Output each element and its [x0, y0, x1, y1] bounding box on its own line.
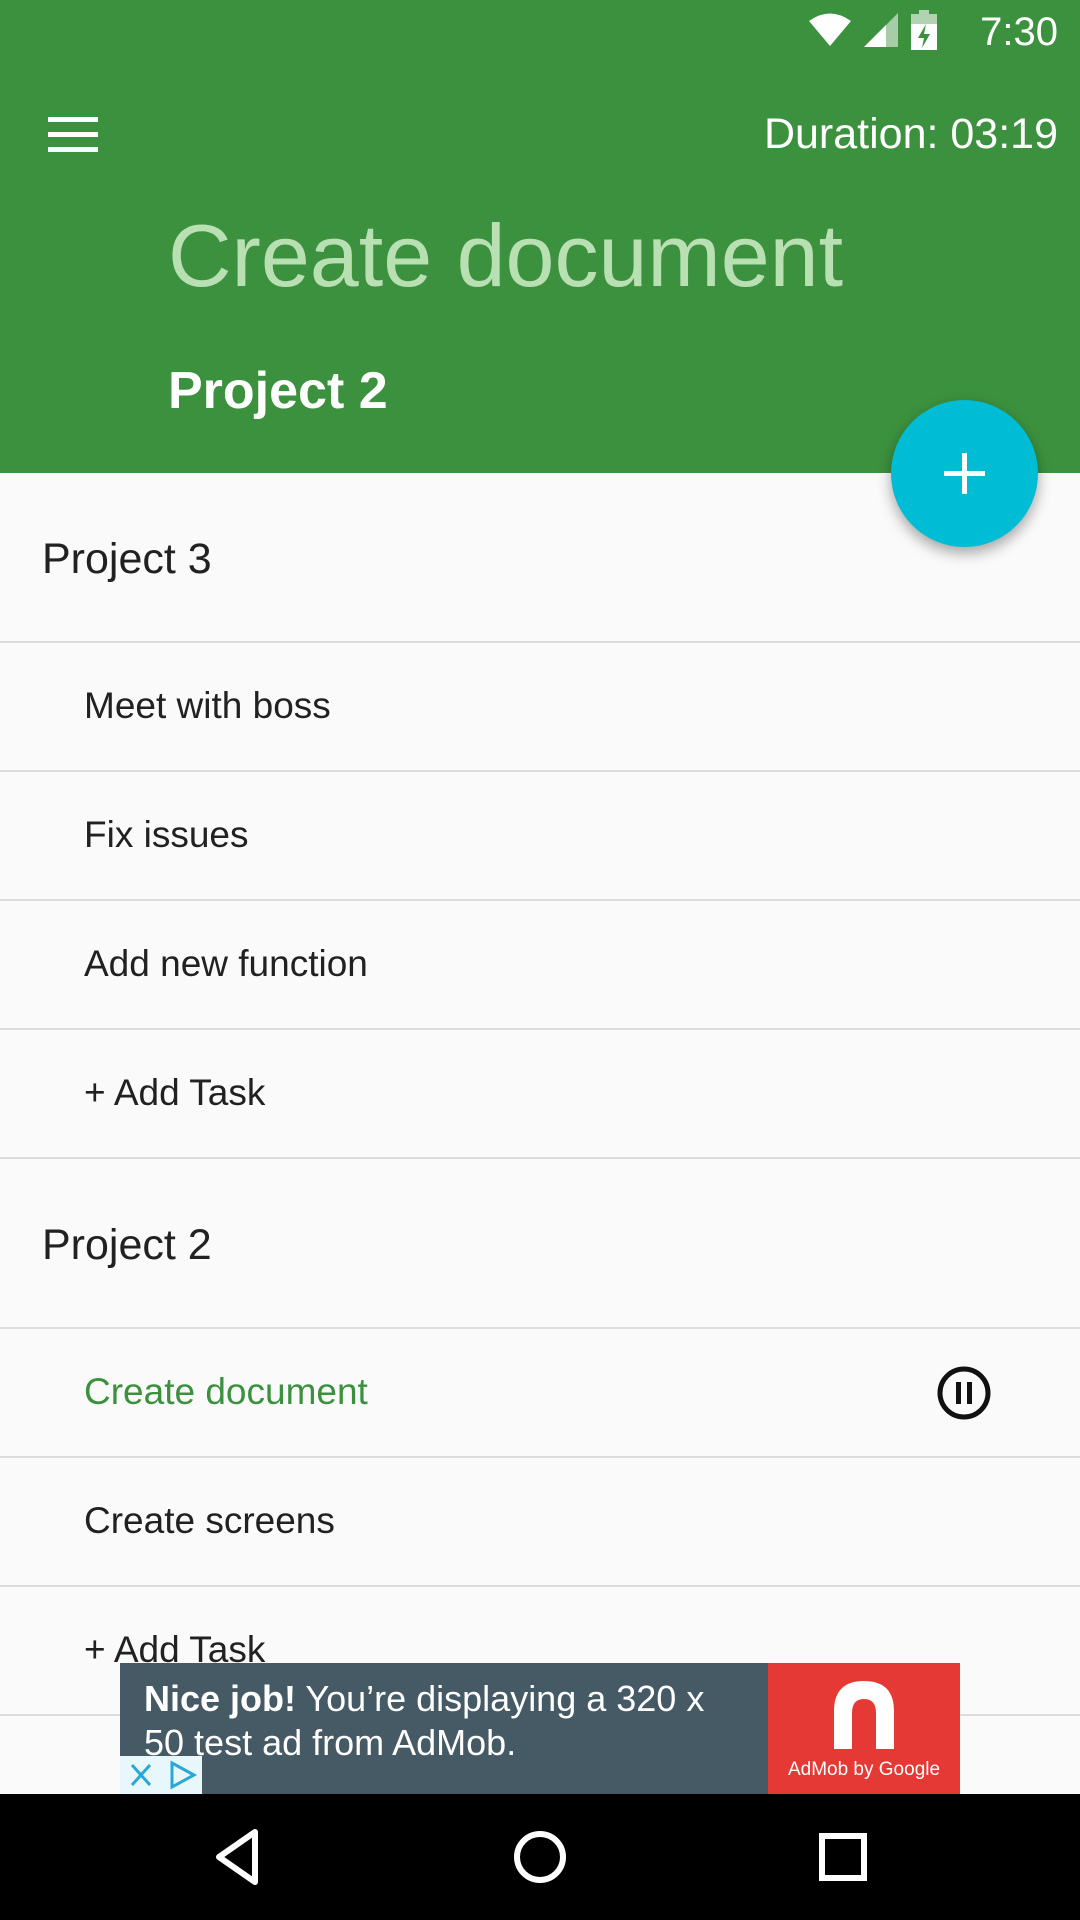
task-name: Fix issues: [84, 814, 249, 855]
project-name: Project 2: [42, 1221, 212, 1269]
project-row-project-2[interactable]: Project 2: [0, 1159, 1080, 1329]
ad-logo-caption: AdMob by Google: [787, 1759, 941, 1780]
add-button[interactable]: [891, 400, 1038, 547]
ad-banner[interactable]: Nice job! You’re displaying a 320 x 50 t…: [120, 1663, 960, 1794]
signal-icon: [862, 11, 900, 54]
recents-icon[interactable]: [810, 1824, 876, 1890]
add-task-label: + Add Task: [84, 1072, 266, 1113]
task-row-active[interactable]: Create document: [0, 1329, 1080, 1458]
task-row[interactable]: Meet with boss: [0, 643, 1080, 772]
task-name: Create document: [84, 1371, 368, 1412]
back-icon[interactable]: [205, 1824, 271, 1890]
task-row[interactable]: Fix issues: [0, 772, 1080, 901]
home-icon[interactable]: [507, 1824, 573, 1890]
ad-text: Nice job! You’re displaying a 320 x 50 t…: [144, 1677, 744, 1765]
task-name: Add new function: [84, 943, 368, 984]
project-name: Project 3: [42, 535, 212, 583]
wifi-icon: [808, 12, 852, 53]
task-row[interactable]: Create screens: [0, 1458, 1080, 1587]
current-task-title: Create document: [168, 206, 844, 305]
task-name: Create screens: [84, 1500, 335, 1541]
task-name: Meet with boss: [84, 685, 331, 726]
app-header: 7:30 Duration: 03:19 Create document Pro…: [0, 0, 1080, 473]
status-time: 7:30: [980, 10, 1058, 54]
ad-choices-icon[interactable]: [162, 1756, 202, 1794]
pause-icon[interactable]: [936, 1365, 992, 1421]
ad-headline: Nice job!: [144, 1678, 297, 1719]
status-bar: 7:30: [0, 0, 1080, 63]
current-project-name: Project 2: [168, 362, 388, 420]
project-task-list: Project 3 Meet with boss Fix issues Add …: [0, 473, 1080, 1794]
task-row[interactable]: Add new function: [0, 901, 1080, 1030]
add-task-button[interactable]: + Add Task: [0, 1030, 1080, 1159]
admob-logo: AdMob by Google: [768, 1663, 960, 1794]
ad-close-icon[interactable]: [120, 1756, 162, 1794]
duration-timer: Duration: 03:19: [763, 110, 1058, 158]
menu-icon[interactable]: [38, 110, 108, 160]
battery-charging-icon: [910, 9, 938, 55]
navigation-bar: [0, 1794, 1080, 1920]
